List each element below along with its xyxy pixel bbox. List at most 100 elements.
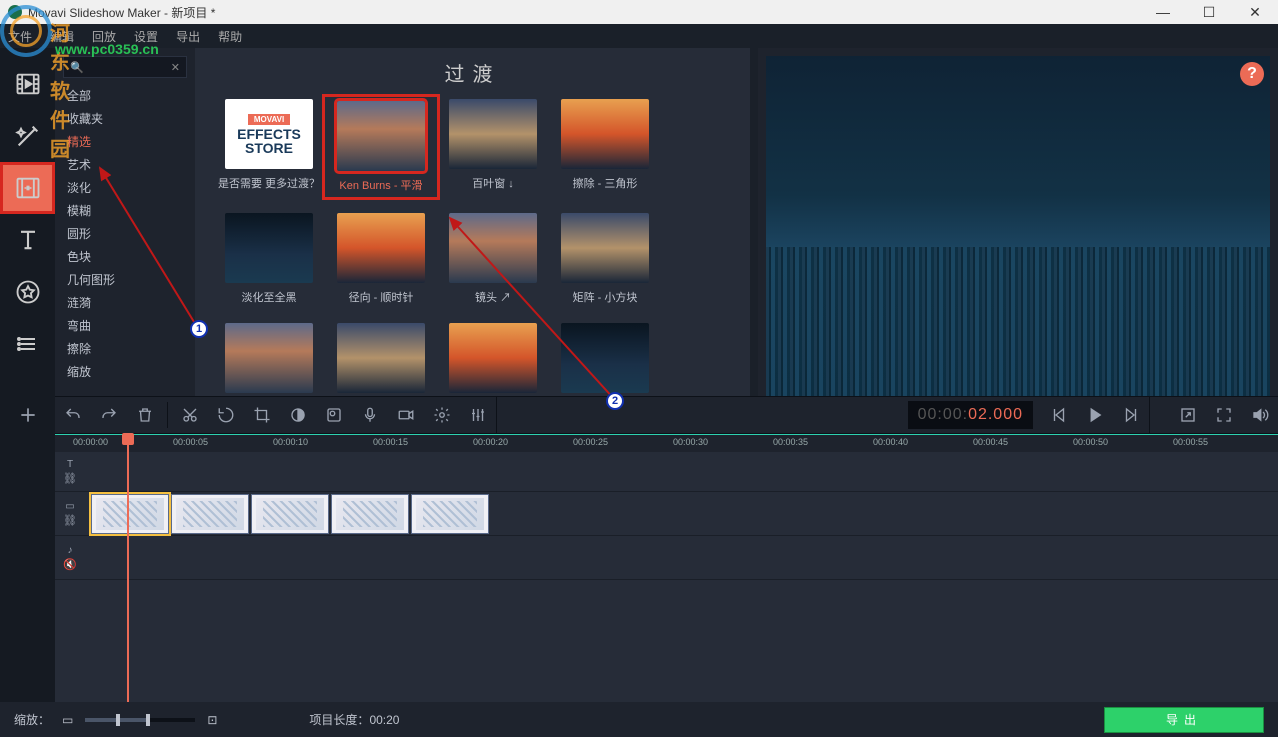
fullscreen-button[interactable] [1206, 396, 1242, 434]
mute-icon[interactable]: 🔇 [63, 558, 77, 571]
category-8[interactable]: 几何图形 [63, 268, 187, 291]
next-button[interactable] [1113, 396, 1149, 434]
transition-item-5[interactable]: 径向 - 顺时针 [327, 213, 435, 305]
zoom-fit-icon[interactable]: ⊡ [207, 713, 217, 727]
equalizer-button[interactable] [460, 396, 496, 434]
add-track-button[interactable] [18, 396, 38, 434]
category-4[interactable]: 淡化 [63, 176, 187, 199]
zoom-slider[interactable] [85, 718, 195, 722]
category-2[interactable]: 精选 [63, 130, 187, 153]
search-input[interactable]: 🔍 ✕ [63, 56, 187, 78]
link-icon[interactable]: ⛓ [63, 472, 77, 485]
transition-label: 是否需要 更多过渡？ [215, 175, 323, 191]
category-10[interactable]: 弯曲 [63, 314, 187, 337]
duration-label: 项目长度：00:20 [309, 711, 399, 728]
video-track[interactable]: ▭ ⛓ [55, 492, 1278, 536]
transition-item-1[interactable]: Ken Burns - 平滑 [327, 99, 435, 195]
titles-tool[interactable] [0, 214, 55, 266]
more-tool[interactable] [0, 318, 55, 370]
transition-thumb: MOVAVIEFFECTSSTORE [225, 99, 313, 169]
transition-thumb [449, 323, 537, 393]
video-clip-0[interactable] [91, 494, 169, 534]
transition-item-8[interactable] [215, 323, 323, 399]
rotate-button[interactable] [208, 396, 244, 434]
contrast-button[interactable] [280, 396, 316, 434]
help-button[interactable]: ? [1240, 62, 1264, 86]
close-button[interactable]: ✕ [1232, 0, 1278, 24]
export-button[interactable]: 导出 [1104, 707, 1264, 733]
menu-编辑[interactable]: 编辑 [50, 28, 74, 45]
transition-item-6[interactable]: 镜头 ↗ [439, 213, 547, 305]
transition-item-2[interactable]: 百叶窗 ↓ [439, 99, 547, 195]
transitions-tool[interactable] [0, 162, 55, 214]
transition-item-3[interactable]: 擦除 - 三角形 [551, 99, 659, 195]
cut-button[interactable] [172, 396, 208, 434]
transition-label: 径向 - 顺时针 [327, 289, 435, 305]
popout-button[interactable] [1170, 396, 1206, 434]
menu-回放[interactable]: 回放 [92, 28, 116, 45]
category-9[interactable]: 涟漪 [63, 291, 187, 314]
clear-icon[interactable]: ✕ [171, 61, 180, 74]
playhead[interactable] [127, 434, 129, 702]
app-icon [8, 5, 22, 19]
ruler-tick: 00:00:30 [673, 437, 708, 447]
category-3[interactable]: 艺术 [63, 153, 187, 176]
chroma-button[interactable] [316, 396, 352, 434]
menu-帮助[interactable]: 帮助 [218, 28, 242, 45]
menu-设置[interactable]: 设置 [134, 28, 158, 45]
ruler-tick: 00:00:00 [73, 437, 108, 447]
sidebar [0, 48, 55, 432]
category-1[interactable]: 收藏夹 [63, 107, 187, 130]
transition-item-9[interactable] [327, 323, 435, 399]
ruler-tick: 00:00:10 [273, 437, 308, 447]
transition-label: 淡化至全黑 [215, 289, 323, 305]
category-12[interactable]: 缩放 [63, 360, 187, 383]
gear-button[interactable] [424, 396, 460, 434]
delete-button[interactable] [127, 396, 163, 434]
transition-thumb [449, 99, 537, 169]
category-6[interactable]: 圆形 [63, 222, 187, 245]
transition-item-0[interactable]: MOVAVIEFFECTSSTORE 是否需要 更多过渡？ [215, 99, 323, 195]
play-button[interactable] [1077, 396, 1113, 434]
transition-thumb [449, 213, 537, 283]
preview-panel: ? [758, 48, 1278, 432]
transition-thumb [561, 99, 649, 169]
volume-button[interactable] [1242, 396, 1278, 434]
media-tool[interactable] [0, 58, 55, 110]
transition-item-10[interactable] [439, 323, 547, 399]
transition-item-11[interactable] [551, 323, 659, 399]
undo-button[interactable] [55, 396, 91, 434]
crop-button[interactable] [244, 396, 280, 434]
category-11[interactable]: 擦除 [63, 337, 187, 360]
menu-文件[interactable]: 文件 [8, 28, 32, 45]
timeline[interactable]: 00:00:0000:00:0500:00:1000:00:1500:00:20… [55, 434, 1278, 702]
mic-button[interactable] [352, 396, 388, 434]
video-clip-3[interactable] [331, 494, 409, 534]
video-clip-2[interactable] [251, 494, 329, 534]
category-5[interactable]: 模糊 [63, 199, 187, 222]
video-clip-1[interactable] [171, 494, 249, 534]
stickers-tool[interactable] [0, 266, 55, 318]
transition-thumb [225, 323, 313, 393]
transition-item-7[interactable]: 矩阵 - 小方块 [551, 213, 659, 305]
preview-canvas[interactable] [766, 56, 1270, 404]
link-icon[interactable]: ⛓ [63, 514, 77, 527]
time-ruler[interactable]: 00:00:0000:00:0500:00:1000:00:1500:00:20… [55, 434, 1278, 452]
transition-label: 镜头 ↗ [439, 289, 547, 305]
filters-tool[interactable] [0, 110, 55, 162]
menubar: 文件 编辑 回放 设置 导出 帮助 [0, 24, 1278, 48]
video-clip-4[interactable] [411, 494, 489, 534]
menu-导出[interactable]: 导出 [176, 28, 200, 45]
camera-button[interactable] [388, 396, 424, 434]
prev-button[interactable] [1041, 396, 1077, 434]
minimize-button[interactable]: — [1140, 0, 1186, 24]
transition-item-4[interactable]: 淡化至全黑 [215, 213, 323, 305]
category-0[interactable]: 全部 [63, 84, 187, 107]
category-7[interactable]: 色块 [63, 245, 187, 268]
ruler-tick: 00:00:20 [473, 437, 508, 447]
zoom-out-icon[interactable]: ▭ [62, 713, 73, 727]
maximize-button[interactable]: ☐ [1186, 0, 1232, 24]
redo-button[interactable] [91, 396, 127, 434]
audio-track[interactable]: ♪ 🔇 [55, 536, 1278, 580]
text-track[interactable]: T ⛓ [55, 452, 1278, 492]
